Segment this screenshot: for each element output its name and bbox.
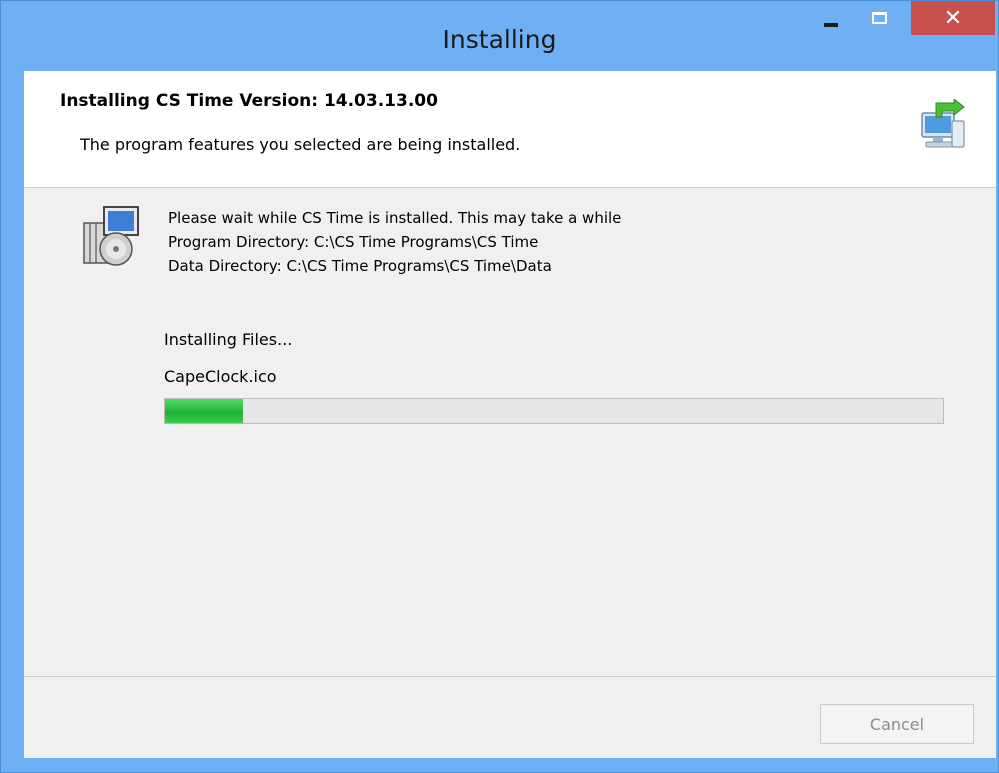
info-line-data-directory: Data Directory: C:\CS Time Programs\CS T…: [168, 257, 552, 275]
computer-install-icon: [921, 99, 965, 148]
title-bar[interactable]: Installing ✕: [1, 1, 998, 71]
info-line-program-directory: Program Directory: C:\CS Time Programs\C…: [168, 233, 539, 251]
minimize-icon: [824, 23, 838, 27]
close-icon: ✕: [943, 5, 963, 31]
window-frame-left: [1, 71, 24, 758]
installer-package-icon: [83, 206, 139, 266]
install-progress-fill: [165, 399, 243, 423]
maximize-button[interactable]: [859, 1, 899, 35]
maximize-icon: [871, 12, 887, 24]
header-title: Installing CS Time Version: 14.03.13.00: [60, 91, 438, 111]
install-status: Installing Files...: [164, 330, 293, 349]
close-button[interactable]: ✕: [911, 1, 995, 35]
content-panel: Please wait while CS Time is installed. …: [24, 188, 996, 676]
minimize-button[interactable]: [811, 1, 851, 35]
installer-window: Installing ✕ Installing CS Time Version:…: [0, 0, 999, 773]
window-frame-bottom: [1, 758, 998, 772]
cancel-button[interactable]: Cancel: [820, 704, 974, 744]
install-progress-bar: [164, 398, 944, 424]
header-subtitle: The program features you selected are be…: [80, 135, 521, 154]
current-file-name: CapeClock.ico: [164, 367, 277, 386]
header-panel: Installing CS Time Version: 14.03.13.00 …: [24, 71, 996, 188]
install-info: Please wait while CS Time is installed. …: [168, 206, 621, 278]
footer-panel: Cancel: [24, 676, 996, 759]
info-line-wait: Please wait while CS Time is installed. …: [168, 209, 622, 227]
